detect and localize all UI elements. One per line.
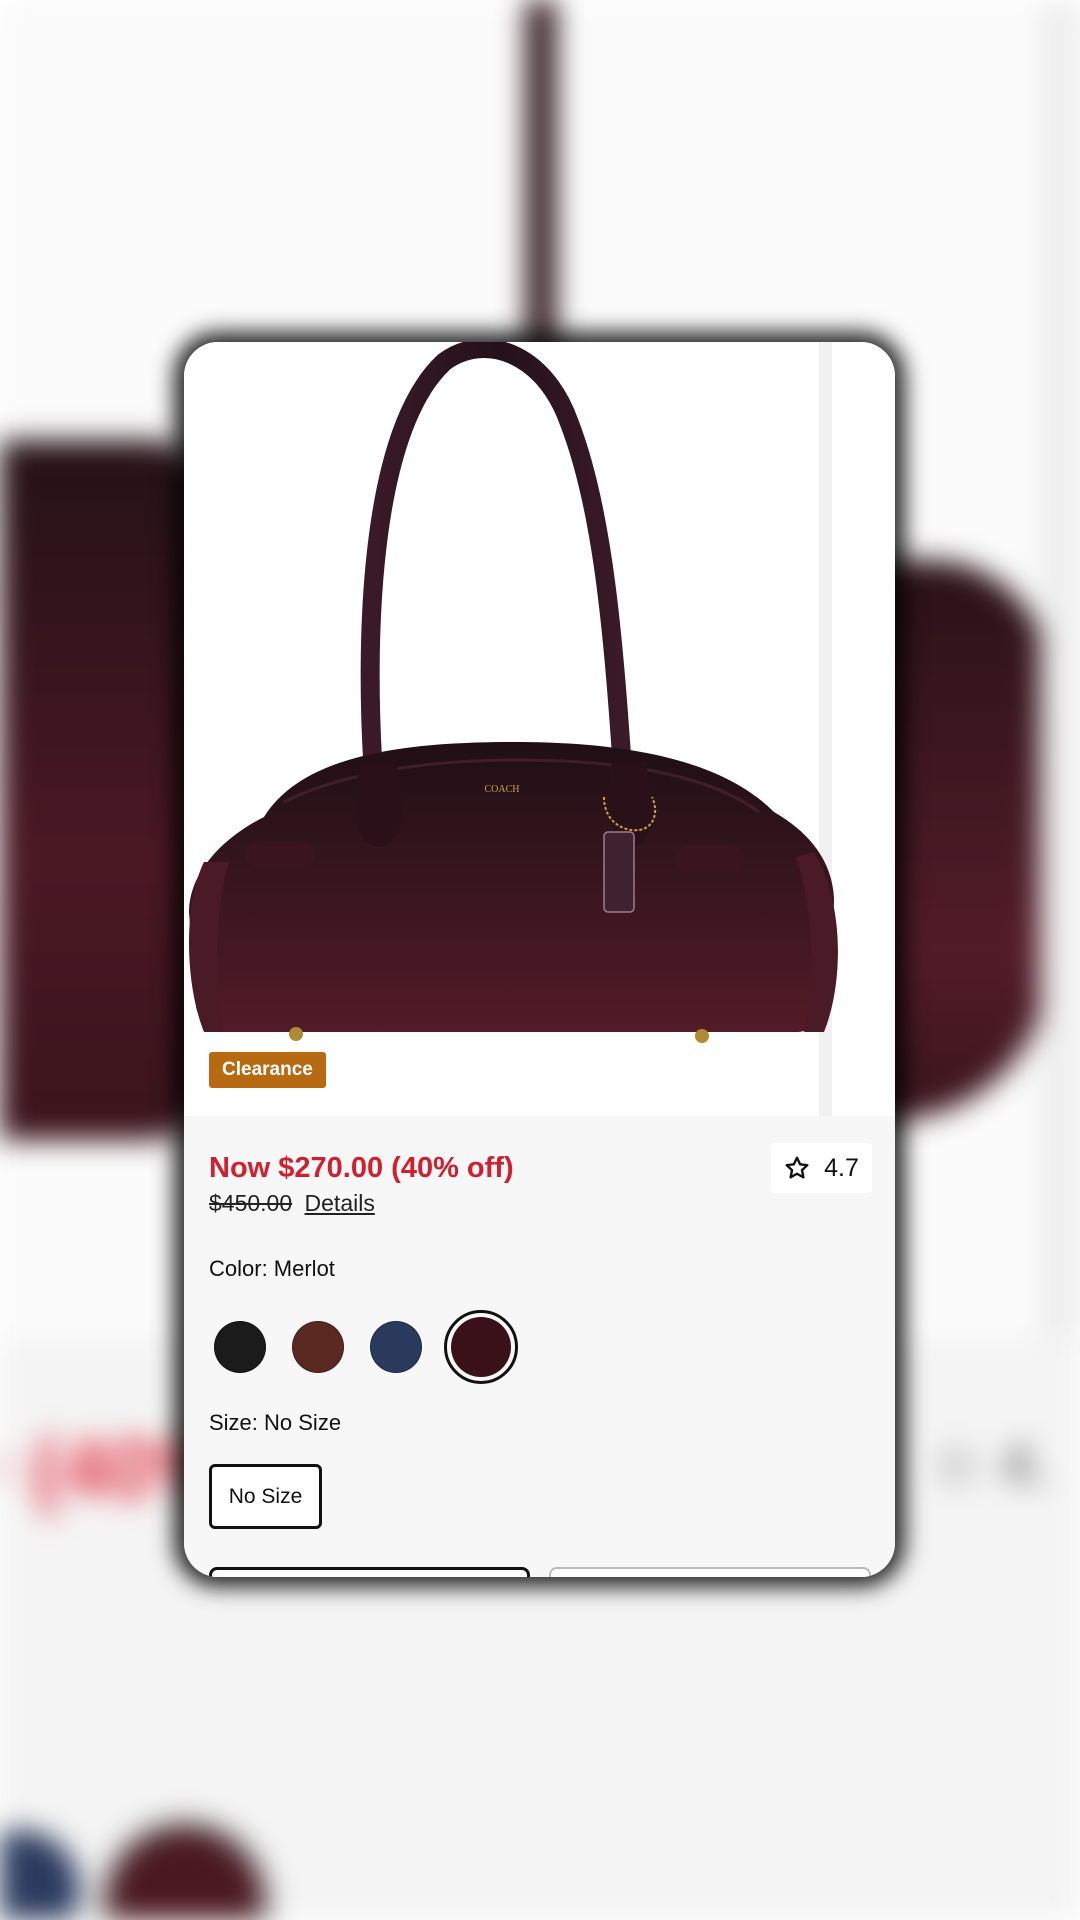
color-swatches bbox=[214, 1310, 534, 1384]
secondary-action-button[interactable] bbox=[549, 1567, 871, 1577]
swatch-navy[interactable] bbox=[370, 1321, 422, 1373]
background-edge bbox=[1040, 0, 1080, 1340]
add-to-bag-button[interactable] bbox=[209, 1567, 530, 1577]
product-image: COACH bbox=[189, 342, 838, 1043]
rating-badge[interactable]: 4.7 bbox=[771, 1143, 872, 1193]
product-card[interactable]: COACH Clearance Now $270.00 (40% off) $4… bbox=[184, 342, 895, 1577]
details-link[interactable]: Details bbox=[305, 1190, 375, 1216]
background-rating: ☆ 4. bbox=[930, 1431, 1051, 1498]
size-option-button[interactable]: No Size bbox=[209, 1464, 322, 1529]
swatch-black[interactable] bbox=[214, 1321, 266, 1373]
swatch-merlot-selected[interactable] bbox=[444, 1310, 518, 1384]
background-bag-strap bbox=[526, 0, 556, 360]
star-icon bbox=[785, 1156, 809, 1179]
size-label: Size: No Size bbox=[209, 1410, 342, 1435]
brand-mark: COACH bbox=[484, 784, 519, 795]
product-image-area[interactable]: COACH Clearance bbox=[184, 342, 895, 1116]
sale-price: Now $270.00 (40% off) bbox=[209, 1152, 514, 1184]
rating-value: 4.7 bbox=[824, 1153, 859, 1182]
swatch-brown[interactable] bbox=[292, 1321, 344, 1373]
original-price: $450.00 bbox=[209, 1190, 293, 1216]
price-row: $450.00 Details bbox=[209, 1190, 375, 1217]
background-bag-left bbox=[0, 440, 210, 1140]
color-label: Color: Merlot bbox=[209, 1256, 335, 1281]
clearance-badge: Clearance bbox=[209, 1052, 326, 1088]
